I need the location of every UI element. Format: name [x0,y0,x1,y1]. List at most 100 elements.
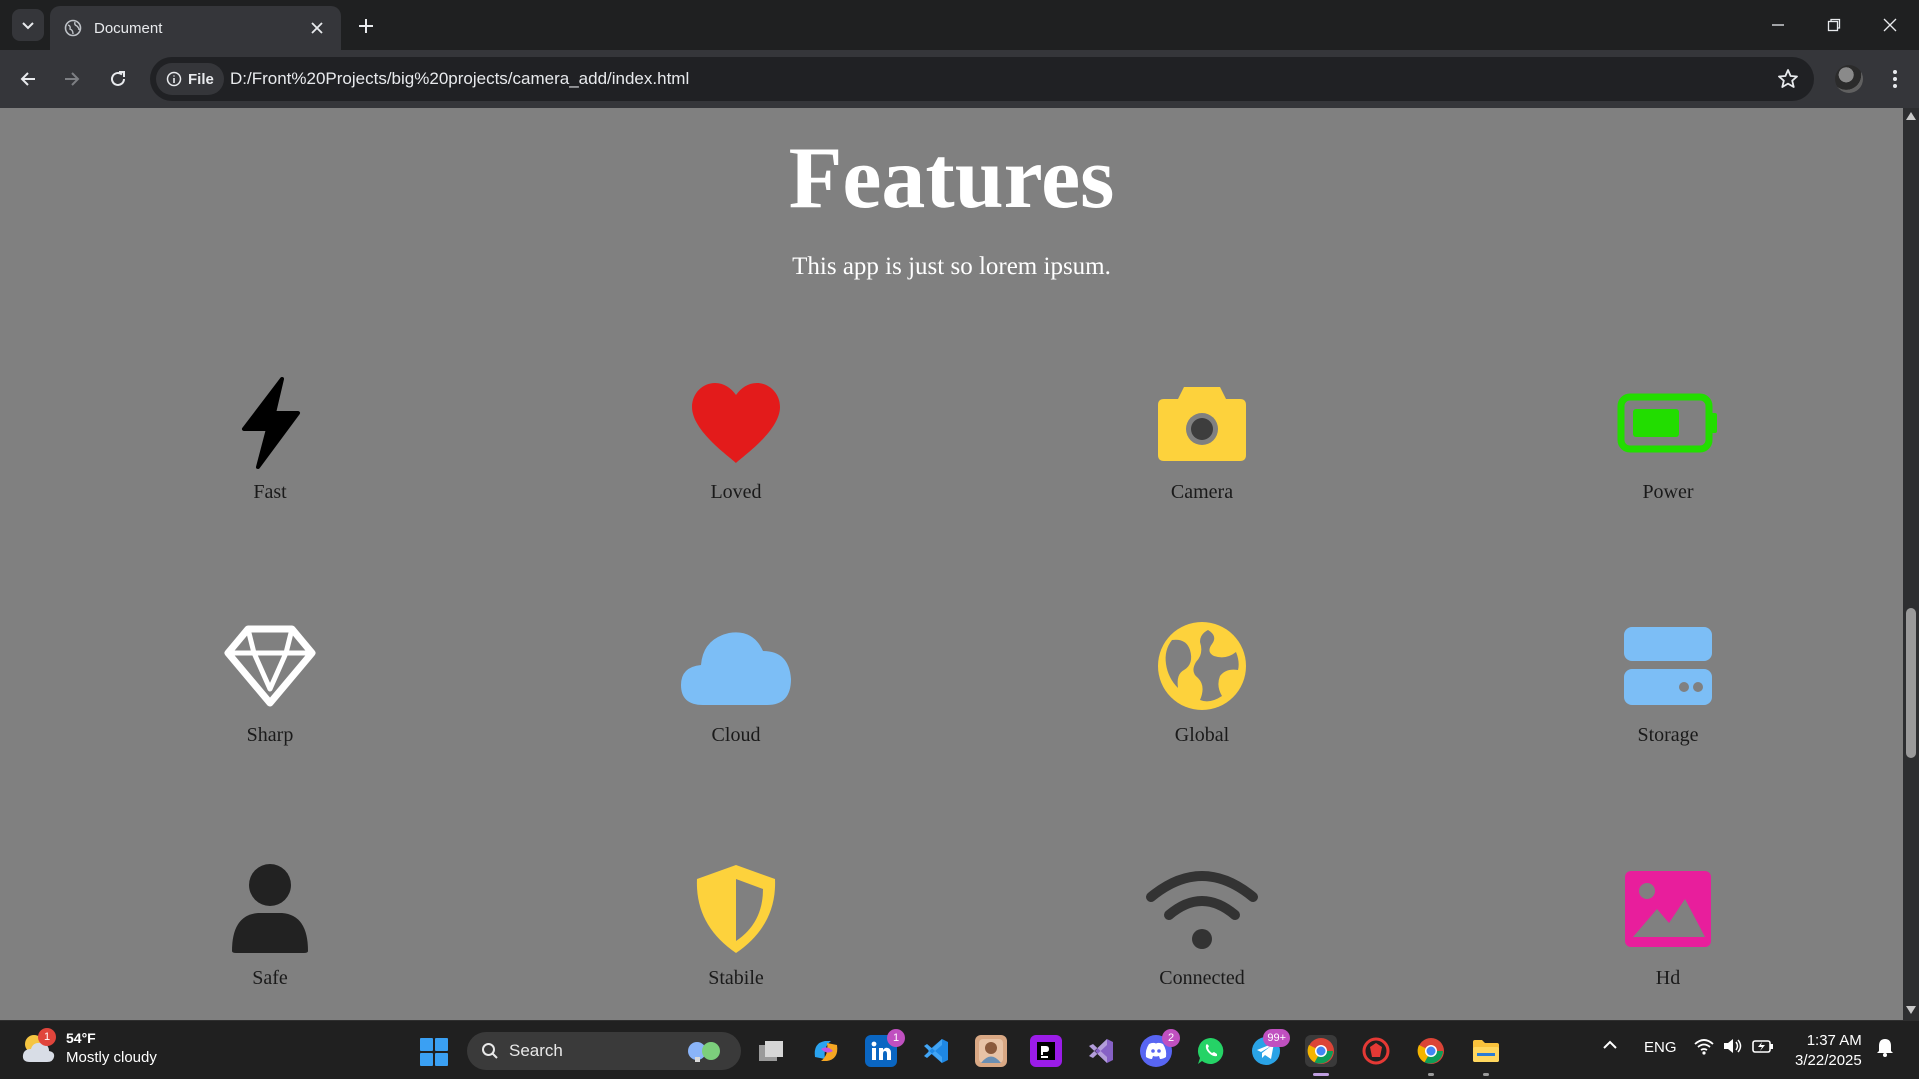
whatsapp-icon [1197,1037,1224,1064]
lightning-bolt-icon [242,377,300,469]
feature-label: Cloud [711,724,761,746]
weather-temp: 54°F [66,1030,96,1046]
chrome-icon [1307,1038,1334,1064]
search-icon [482,1043,498,1059]
feature-fast: Fast [150,373,390,504]
globe-icon [64,19,82,37]
copilot-button[interactable] [810,1035,842,1067]
chevron-down-icon [22,22,34,30]
minimize-icon [1772,24,1784,26]
new-tab-button[interactable] [352,12,380,40]
system-clock[interactable]: 1:37 AM 3/22/2025 [1795,1031,1862,1071]
antivirus-button[interactable] [1360,1035,1392,1067]
file-explorer-button[interactable] [1470,1035,1502,1067]
feature-label: Sharp [246,724,294,746]
windows-logo-icon [420,1038,433,1051]
back-button[interactable] [13,64,43,94]
weather-badge: 1 [38,1028,56,1046]
camera-icon [1158,387,1246,461]
battery-status[interactable] [1752,1037,1774,1059]
language-indicator[interactable]: ENG [1644,1039,1677,1056]
shield-icon [696,865,776,953]
chrome-icon [1417,1038,1444,1064]
cloud-icon [681,632,791,705]
page-title: Features [788,130,1115,227]
feature-label: Loved [710,481,762,503]
scroll-up-arrow[interactable] [1906,112,1916,120]
discord-button[interactable]: 2 [1140,1029,1180,1067]
linkedin-badge: 1 [887,1029,905,1047]
chrome-profile-button[interactable] [1415,1035,1447,1067]
diamond-icon [224,625,316,707]
weather-widget[interactable]: 1 54°F Mostly cloudy [20,1028,157,1067]
vscode-icon [924,1039,948,1063]
discord-icon [1145,1042,1167,1059]
tab-close-button[interactable] [307,18,327,38]
volume-status[interactable] [1722,1037,1742,1059]
kebab-menu-icon [1893,70,1897,88]
url-text[interactable]: D:/Front%20Projects/big%20projects/camer… [230,69,689,89]
image-icon [1625,871,1711,947]
chrome-button-active[interactable] [1305,1035,1337,1067]
site-chip-label: File [188,70,214,88]
whatsapp-button[interactable] [1195,1035,1227,1067]
reload-icon [111,71,125,86]
arrow-left-icon [20,72,35,86]
linkedin-button[interactable]: 1 [865,1029,905,1067]
browser-menu-button[interactable] [1880,64,1910,94]
minimize-button[interactable] [1750,0,1806,50]
windows-logo-icon [435,1038,448,1051]
site-info-chip[interactable]: File [156,63,224,95]
tab-search-button[interactable] [12,9,44,41]
clock-date: 3/22/2025 [1795,1052,1862,1069]
speaker-icon [1724,1039,1742,1053]
taskbar-search[interactable]: Search [467,1032,741,1070]
close-icon [311,22,323,34]
task-view-button[interactable] [755,1035,787,1067]
feature-loved: Loved [616,373,856,504]
copilot-icon [814,1041,838,1061]
scroll-down-arrow[interactable] [1906,1006,1916,1014]
discord-badge: 2 [1162,1029,1180,1047]
tab-document[interactable]: Document [50,6,341,50]
start-button[interactable] [420,1038,448,1066]
vscode-button[interactable] [920,1035,952,1067]
tray-overflow-button[interactable] [1602,1037,1618,1057]
bell-icon [1877,1039,1893,1057]
feature-sharp: Sharp [150,616,390,747]
restore-icon [1827,18,1841,32]
feature-label: Hd [1655,967,1681,989]
feature-label: Storage [1637,724,1699,746]
storage-icon [1624,627,1712,705]
profile-avatar[interactable] [1835,65,1863,93]
telegram-button[interactable]: 99+ [1250,1029,1290,1067]
arrow-right-icon [65,72,80,86]
running-app-indicator [1483,1073,1489,1076]
reload-button[interactable] [103,64,133,94]
wifi-status[interactable] [1694,1037,1714,1059]
windows-taskbar: 1 54°F Mostly cloudy Search 1 2 99+ ENG … [0,1020,1919,1079]
tab-strip: Document [0,0,1919,50]
feature-label: Power [1642,481,1694,503]
bookmark-star-icon[interactable] [1776,67,1800,91]
notifications-button[interactable] [1876,1037,1894,1061]
page-scrollbar[interactable] [1903,108,1919,1020]
windows-logo-icon [435,1053,448,1066]
close-icon [1883,18,1897,32]
phpstorm-button[interactable] [1030,1035,1062,1067]
info-icon [166,71,182,87]
restore-button[interactable] [1806,0,1862,50]
scroll-thumb[interactable] [1906,608,1916,758]
battery-charging-icon [1752,1040,1773,1053]
wifi-icon [1694,1039,1714,1055]
address-bar[interactable]: File D:/Front%20Projects/big%20projects/… [150,57,1814,101]
wifi-icon [1146,871,1258,949]
close-window-button[interactable] [1862,0,1918,50]
forward-button[interactable] [57,64,87,94]
weather-condition: Mostly cloudy [66,1049,157,1066]
globe-icon [1158,622,1246,710]
visual-studio-button[interactable] [1085,1035,1117,1067]
search-highlight-icon [688,1042,720,1062]
photos-app-button[interactable] [975,1035,1007,1067]
clock-time: 1:37 AM [1806,1032,1862,1049]
